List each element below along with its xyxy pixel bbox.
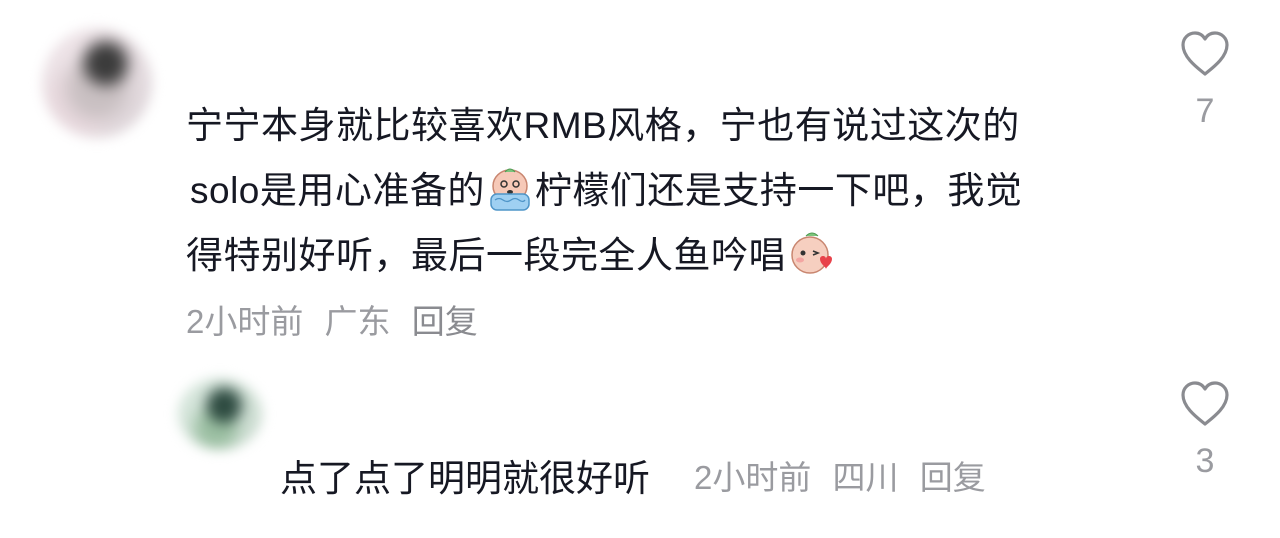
comment-text-segment: solo是用心准备的 [190,170,485,211]
like-button[interactable]: 3 [1170,380,1240,481]
comment-location: 四川 [832,459,899,496]
comment-meta: 2小时前 广东 回复 [186,295,490,343]
like-count: 7 [1195,92,1215,130]
heart-outline-icon[interactable] [1179,380,1231,428]
reply-comment-text: 点了点了明明就很好听 [280,458,650,499]
comment-location: 广东 [324,303,391,340]
comment-text-line-2: solo是用心准备的 柠檬们还是支持一下吧，我觉 [190,157,1022,224]
reply-button[interactable]: 回复 [920,459,986,496]
like-button[interactable]: 7 [1170,30,1240,131]
comment-text-line-3: 得特别好听，最后一段完全人鱼吟唱 [186,222,836,289]
comment-text-segment: 得特别好听，最后一段完全人鱼吟唱 [186,235,786,276]
like-count: 3 [1195,442,1215,480]
comment-meta: 2小时前 四川 回复 [694,451,998,499]
heart-outline-icon[interactable] [1179,30,1231,78]
comment-section: 宁宁本身就比较喜欢RMB风格，宁也有说过这次的 solo是用心准备的 柠檬们还是… [0,0,1280,538]
comment-text-segment: 柠檬们还是支持一下吧，我觉 [534,170,1023,211]
avatar[interactable] [42,28,152,138]
comment-time: 2小时前 [694,459,812,496]
kiss-heart-emoji-icon [791,232,832,274]
avatar[interactable] [178,378,262,450]
comment-time: 2小时前 [186,303,304,340]
crying-emoji-icon [490,168,530,211]
comment-text-line-1: 宁宁本身就比较喜欢RMB风格，宁也有说过这次的 [186,105,1020,146]
reply-button[interactable]: 回复 [412,303,478,340]
